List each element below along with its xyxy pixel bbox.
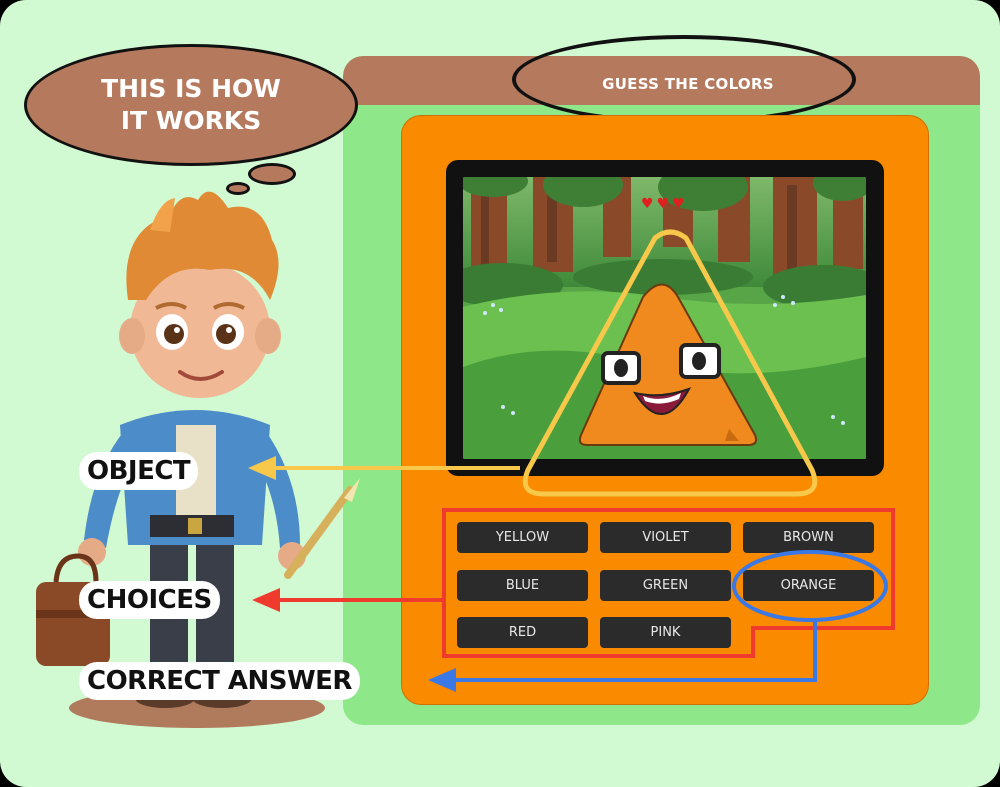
arrow-left-icon (252, 588, 280, 612)
title-highlight-ellipse (512, 35, 856, 124)
arrow-left-icon (248, 456, 276, 480)
heart-icon: ♥ (672, 196, 685, 212)
heart-icon: ♥ (656, 196, 670, 212)
choice-button-red[interactable]: RED (457, 617, 588, 648)
thought-bubble-dot (248, 163, 296, 185)
choice-button-blue[interactable]: BLUE (457, 570, 588, 601)
choice-button-pink[interactable]: PINK (600, 617, 731, 648)
forest-scene (463, 177, 866, 459)
heart-icon: ♥ (641, 196, 654, 212)
choice-button-yellow[interactable]: YELLOW (457, 522, 588, 553)
choice-button-violet[interactable]: VIOLET (600, 522, 731, 553)
thought-text: THIS IS HOW IT WORKS (101, 74, 281, 135)
lives-indicator: ♥ ♥ ♥ (641, 196, 693, 212)
label-object: OBJECT (79, 452, 199, 490)
label-choices: CHOICES (79, 581, 220, 619)
thought-bubble-dot (226, 182, 250, 195)
choice-button-brown[interactable]: BROWN (743, 522, 874, 553)
tutorial-frame: GUESS THE COLORS ♥ ♥ ♥ YELLOW VIOLET BRO… (0, 0, 1000, 787)
choice-button-green[interactable]: GREEN (600, 570, 731, 601)
label-correct-answer: CORRECT ANSWER (79, 662, 360, 700)
choice-button-orange[interactable]: ORANGE (743, 570, 874, 601)
